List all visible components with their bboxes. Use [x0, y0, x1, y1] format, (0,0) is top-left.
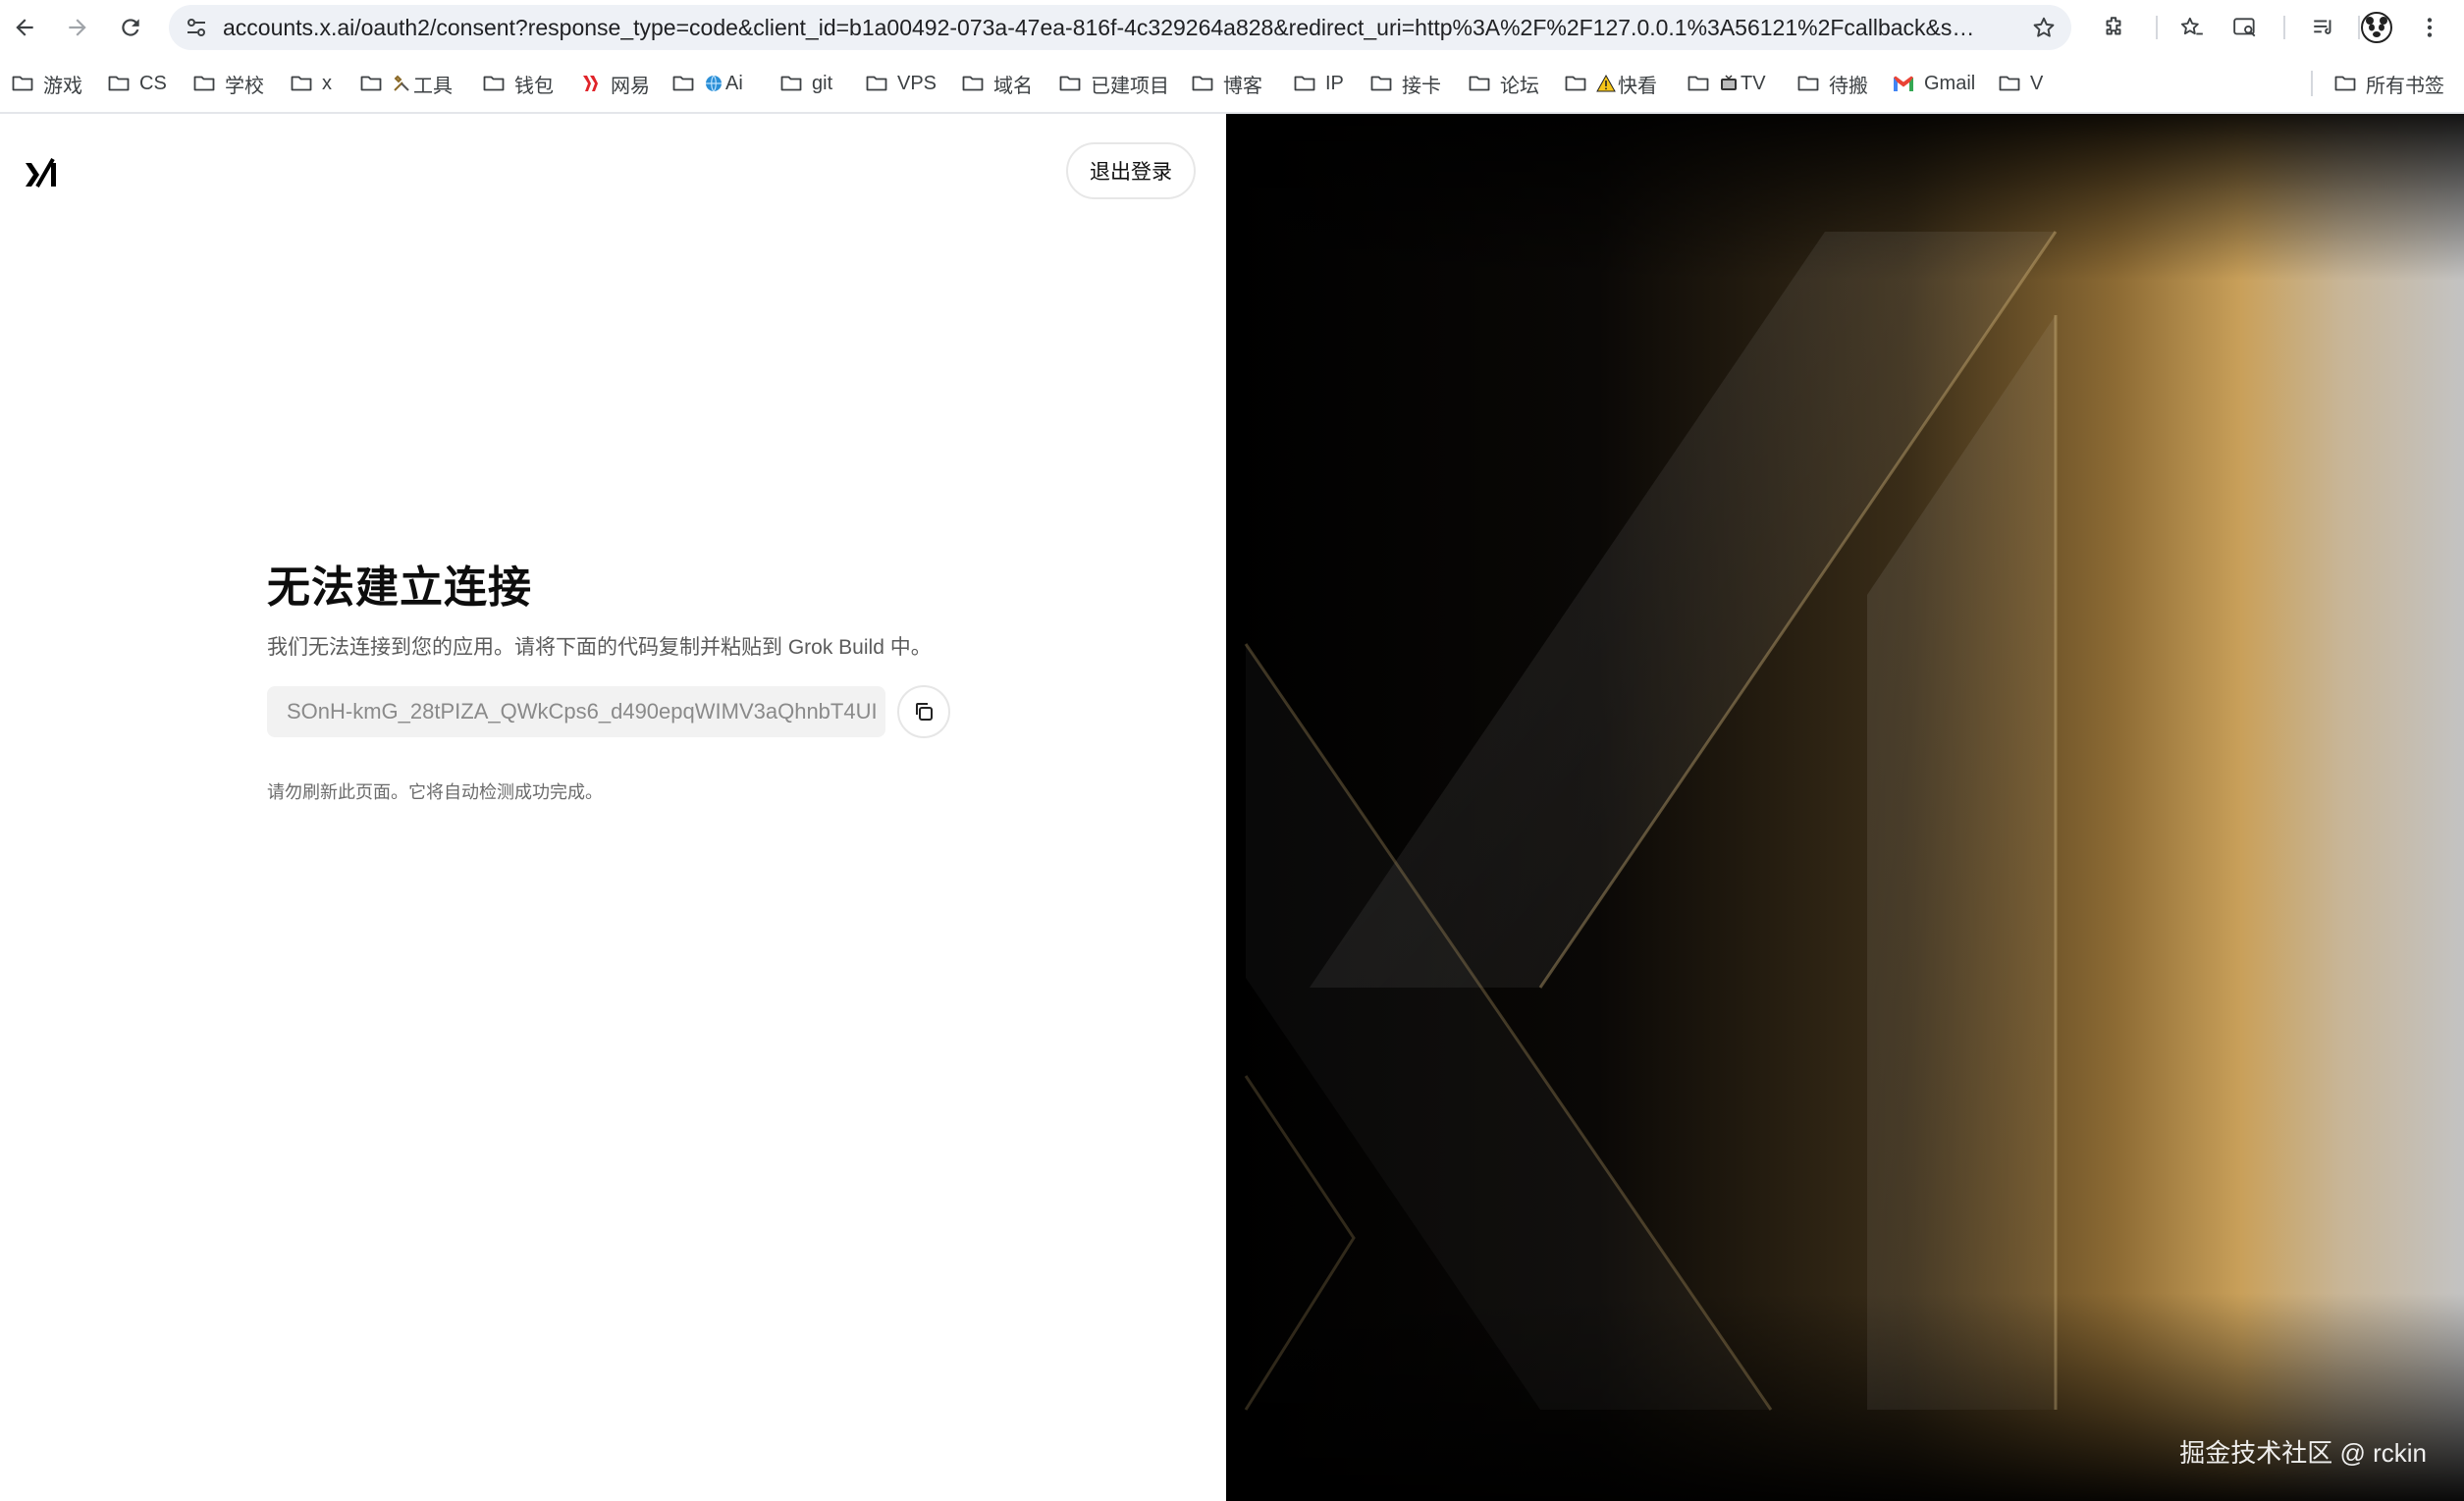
logout-button[interactable]: 退出登录 [1066, 142, 1196, 199]
copy-code-button[interactable] [897, 685, 950, 738]
folder-icon [1563, 71, 1588, 96]
bookmark-gmail[interactable]: Gmail [1891, 67, 1975, 100]
bookmarks-bar: 游戏 CS 学校 x 工具 钱包 网易 Ai git VPS 域名 已建项目 博… [0, 55, 2464, 114]
folder-icon [191, 71, 217, 96]
folder-icon [2332, 71, 2358, 96]
bookmarks-divider [2311, 71, 2313, 96]
folder-icon [289, 71, 314, 96]
page-title: 无法建立连接 [267, 563, 532, 612]
bookmark-folder-tv[interactable]: TV [1686, 67, 1766, 100]
tab-search-icon [2233, 18, 2256, 37]
toolbar-divider [2283, 16, 2285, 39]
tv-icon [1719, 74, 1739, 93]
favorites-button[interactable] [2172, 8, 2212, 47]
globe-icon [704, 74, 723, 93]
profile-button[interactable] [2357, 8, 2396, 47]
bookmark-folder-wallet[interactable]: 钱包 [481, 67, 554, 100]
folder-icon [1997, 71, 2022, 96]
back-arrow-icon [16, 19, 33, 36]
reload-icon [122, 19, 139, 36]
menu-button[interactable] [2410, 8, 2449, 47]
folder-icon [1190, 71, 1215, 96]
bookmark-folder-kuaikan[interactable]: 快看 [1563, 67, 1657, 100]
toolbar-divider [2156, 16, 2158, 39]
bookmark-folder-school[interactable]: 学校 [191, 67, 264, 100]
folder-icon [864, 71, 889, 96]
forward-arrow-icon [69, 19, 86, 36]
folder-icon [1057, 71, 1083, 96]
bookmark-folder-blog[interactable]: 博客 [1190, 67, 1262, 100]
extensions-button[interactable] [2094, 8, 2133, 47]
folder-icon [670, 71, 696, 96]
bookmark-folder-pending[interactable]: 待搬 [1795, 67, 1868, 100]
consent-panel: 退出登录 无法建立连接 我们无法连接到您的应用。请将下面的代码复制并粘贴到 Gr… [0, 114, 1225, 1501]
bookmark-folder-ai[interactable]: Ai [670, 67, 743, 100]
bookmark-folder-x[interactable]: x [289, 67, 332, 100]
bookmark-folder-games[interactable]: 游戏 [10, 67, 82, 100]
bookmark-netease[interactable]: 网易 [577, 67, 650, 100]
bookmark-star-button[interactable] [2028, 12, 2060, 43]
hero-artwork: 掘金技术社区 @ rckin [1226, 114, 2464, 1501]
playlist-icon [2314, 20, 2331, 34]
gmail-icon [1891, 71, 1916, 96]
back-button[interactable] [5, 8, 44, 47]
xai-logo [24, 153, 59, 188]
refresh-hint: 请勿刷新此页面。它将自动检测成功完成。 [267, 782, 603, 802]
folder-icon [358, 71, 384, 96]
tune-icon [187, 19, 205, 36]
bookmark-folder-ip[interactable]: IP [1292, 67, 1344, 100]
star-icon [2033, 17, 2055, 37]
reload-button[interactable] [111, 8, 150, 47]
tab-search-button[interactable] [2225, 8, 2265, 47]
bookmark-folder-cs[interactable]: CS [106, 67, 167, 100]
bookmark-folder-forum[interactable]: 论坛 [1467, 67, 1539, 100]
folder-icon [481, 71, 507, 96]
browser-toolbar: accounts.x.ai/oauth2/consent?response_ty… [0, 0, 2464, 55]
xai-logo-icon [26, 158, 56, 188]
bookmark-folder-projects[interactable]: 已建项目 [1057, 67, 1169, 100]
page-description: 我们无法连接到您的应用。请将下面的代码复制并粘贴到 Grok Build 中。 [267, 636, 932, 659]
folder-icon [10, 71, 35, 96]
tools-icon [392, 74, 411, 93]
bookmark-folder-cards[interactable]: 接卡 [1368, 67, 1441, 100]
more-vert-icon [2427, 18, 2433, 37]
puzzle-icon [2106, 17, 2121, 35]
media-control-button[interactable] [2304, 8, 2343, 47]
folder-icon [106, 71, 132, 96]
warning-icon [1596, 74, 1616, 93]
folder-icon [1686, 71, 1711, 96]
auth-code-field[interactable]: SOnH-kmG_28tPIZA_QWkCps6_d490epqWIMV3aQh… [267, 686, 885, 737]
bookmark-folder-vps[interactable]: VPS [864, 67, 937, 100]
folder-icon [1467, 71, 1492, 96]
url-text[interactable]: accounts.x.ai/oauth2/consent?response_ty… [223, 5, 1980, 50]
bookmark-folder-domains[interactable]: 域名 [960, 67, 1033, 100]
avatar-icon [2361, 12, 2392, 43]
folder-icon [1795, 71, 1821, 96]
folder-icon [1292, 71, 1317, 96]
all-bookmarks-button[interactable]: 所有书签 [2332, 67, 2444, 100]
star-list-icon [2180, 17, 2203, 35]
folder-icon [778, 71, 804, 96]
bookmark-folder-git[interactable]: git [778, 67, 832, 100]
bookmark-folder-tools[interactable]: 工具 [358, 67, 453, 100]
watermark: 掘金技术社区 @ rckin [2179, 1438, 2427, 1468]
folder-icon [1368, 71, 1394, 96]
forward-button[interactable] [58, 8, 97, 47]
copy-icon [916, 703, 933, 721]
folder-icon [960, 71, 986, 96]
address-bar[interactable]: accounts.x.ai/oauth2/consent?response_ty… [169, 5, 2071, 50]
xai-glow-artwork [1226, 114, 2464, 1501]
bookmark-folder-v[interactable]: V [1997, 67, 2043, 100]
netease-icon [577, 71, 603, 96]
site-info-button[interactable] [181, 12, 212, 43]
